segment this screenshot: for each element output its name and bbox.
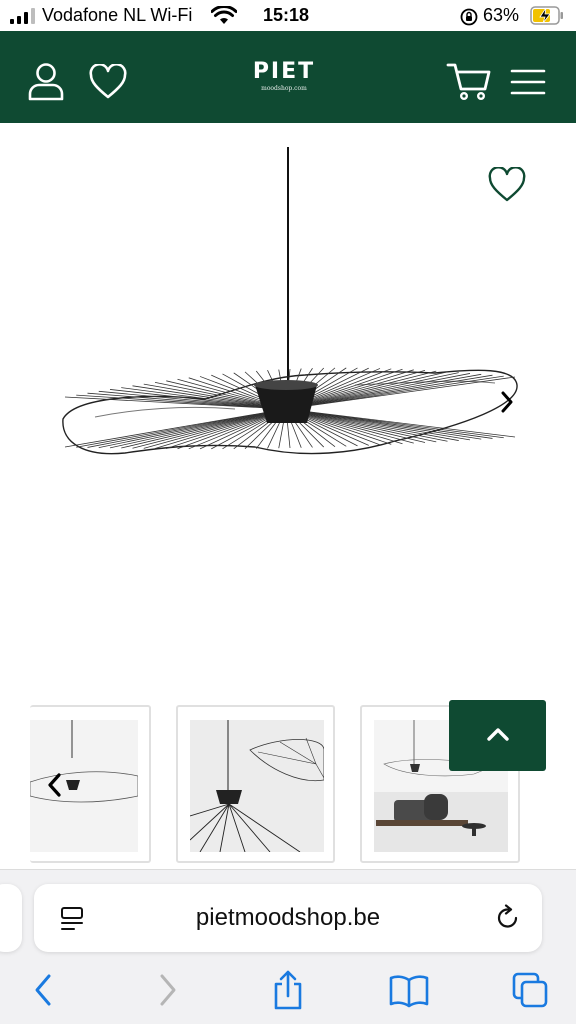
browser-toolbar: pietmoodshop.be: [0, 869, 576, 1024]
lamp-wire: [285, 376, 516, 410]
pendant-lamp-image: [62, 147, 518, 455]
clock: 15:18: [263, 5, 310, 25]
account-icon[interactable]: [26, 61, 66, 101]
battery-percent: 63%: [483, 5, 520, 25]
forward-icon[interactable]: [155, 970, 181, 1010]
reload-icon[interactable]: [494, 904, 522, 932]
lamp-wire: [285, 408, 516, 438]
thumbnail-photo: [189, 720, 325, 853]
adjacent-tab-preview[interactable]: [0, 884, 22, 952]
site-logo[interactable]: PIET moodshop.com: [236, 59, 332, 99]
lamp-wire: [285, 373, 482, 410]
logo-text: PIET: [252, 59, 316, 84]
wishlist-heart-icon[interactable]: [88, 64, 128, 100]
chevron-right-icon[interactable]: [496, 389, 518, 415]
rotation-lock-icon: [460, 8, 478, 26]
back-to-top-button[interactable]: [449, 700, 546, 771]
product-gallery[interactable]: [0, 123, 576, 693]
status-bar: Vodafone NL Wi-Fi 15:18 63%: [0, 0, 576, 31]
bookmarks-icon[interactable]: [388, 970, 430, 1010]
url-text[interactable]: pietmoodshop.be: [34, 904, 542, 932]
battery-charging-icon: [530, 6, 563, 25]
carrier-name: Vodafone NL Wi-Fi: [42, 5, 193, 25]
thumbnail-2[interactable]: [176, 705, 335, 863]
chevron-up-icon: [487, 728, 509, 741]
site-header: PIET moodshop.com: [0, 31, 576, 123]
address-bar[interactable]: pietmoodshop.be: [34, 884, 542, 952]
thumbnail-strip: [0, 693, 576, 869]
chevron-left-icon[interactable]: [44, 771, 66, 799]
cart-icon[interactable]: [446, 61, 492, 101]
tabs-icon[interactable]: [510, 970, 550, 1010]
menu-hamburger-icon[interactable]: [510, 67, 546, 97]
back-icon[interactable]: [30, 970, 56, 1010]
lamp-wire: [132, 408, 287, 449]
share-icon[interactable]: [270, 970, 306, 1010]
signal-bars-icon: [10, 8, 35, 24]
wifi-icon: [211, 6, 237, 24]
logo-subtext: moodshop.com: [261, 85, 307, 92]
lamp-wire: [109, 408, 287, 449]
